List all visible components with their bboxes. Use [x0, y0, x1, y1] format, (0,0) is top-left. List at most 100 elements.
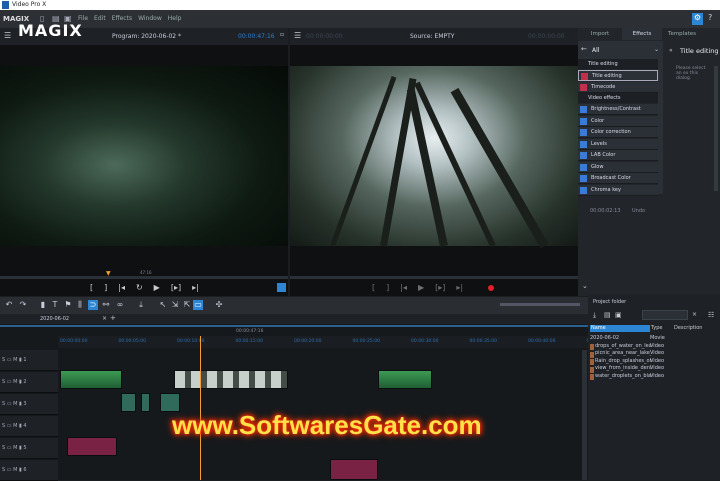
- project-search-input[interactable]: [642, 310, 688, 320]
- effect-item[interactable]: LAB Color: [578, 150, 658, 161]
- add-tab-icon[interactable]: +: [110, 314, 116, 322]
- collapse-icon[interactable]: «: [669, 47, 673, 54]
- video-clip[interactable]: [60, 370, 122, 389]
- project-row[interactable]: 2020-06-02 Movie: [590, 335, 665, 342]
- title-icon[interactable]: T: [50, 300, 60, 310]
- detail-scrollbar[interactable]: [714, 66, 718, 191]
- timeline-vscrollbar[interactable]: [582, 350, 587, 480]
- track-header[interactable]: S ▭ M ▮ 2: [0, 372, 58, 393]
- effect-item[interactable]: Levels: [578, 138, 658, 150]
- track-controls-icon[interactable]: S ▭ M ▮: [2, 423, 23, 429]
- play-icon[interactable]: ▶: [418, 283, 424, 292]
- timeline-ruler[interactable]: 00:00:00:00 00:00:05:00 00:00:10:00 00:00:1…: [58, 336, 672, 348]
- effect-item[interactable]: Brightness/Contrast: [578, 104, 658, 115]
- save-icon[interactable]: ▣: [615, 311, 622, 319]
- undo-icon[interactable]: ↶: [4, 300, 14, 310]
- effect-item[interactable]: Glow: [578, 161, 658, 173]
- effect-item[interactable]: Color: [578, 115, 658, 127]
- column-description[interactable]: Description: [674, 325, 702, 331]
- track-header[interactable]: S ▭ M ▮ 4: [0, 416, 58, 437]
- redo-icon[interactable]: ↷: [18, 300, 28, 310]
- effect-item[interactable]: Timecode: [578, 81, 658, 93]
- pin-icon[interactable]: ▫: [280, 31, 284, 38]
- project-row[interactable]: Rain_drop_splashes_on...Video: [590, 358, 664, 365]
- split-icon[interactable]: ⫼: [75, 300, 85, 310]
- tab-effects[interactable]: Effects: [622, 28, 662, 40]
- column-type[interactable]: Type: [651, 325, 662, 331]
- marker-icon[interactable]: ⚑: [63, 300, 73, 310]
- track-header[interactable]: S ▭ M ▮ 1: [0, 350, 58, 371]
- column-name[interactable]: Name: [590, 325, 650, 332]
- view-grid-icon[interactable]: ☷: [708, 311, 714, 319]
- video-clip[interactable]: [174, 370, 288, 389]
- settings-icon[interactable]: ⚙: [692, 13, 703, 25]
- video-clip[interactable]: [121, 393, 136, 412]
- effect-item[interactable]: Chroma key: [578, 184, 658, 196]
- play-icon[interactable]: ▶: [154, 283, 160, 292]
- menu-icon[interactable]: ☰: [4, 31, 11, 40]
- loop-icon[interactable]: ↻: [136, 283, 143, 292]
- playhead[interactable]: [200, 336, 201, 480]
- expand-down-icon[interactable]: ⌄: [582, 282, 588, 290]
- insert-icon[interactable]: ⤓: [136, 300, 146, 310]
- mark-out-icon[interactable]: ]: [104, 283, 107, 292]
- track-header[interactable]: S ▭ M ▮ 6: [0, 460, 58, 481]
- record-button[interactable]: [488, 285, 494, 291]
- menu-icon[interactable]: ☰: [294, 31, 301, 40]
- magnet-icon[interactable]: ⊃: [88, 300, 98, 310]
- track-header[interactable]: S ▭ M ▮ 5: [0, 438, 58, 459]
- clear-icon[interactable]: ×: [692, 311, 697, 318]
- back-arrow-icon[interactable]: ←: [581, 45, 587, 53]
- unlink-icon[interactable]: ∞: [115, 300, 125, 310]
- project-row[interactable]: view_from_inside_dense...Video: [590, 365, 664, 373]
- next-marker-icon[interactable]: ▸|: [192, 283, 199, 292]
- prev-icon[interactable]: |◂: [400, 283, 407, 292]
- project-row[interactable]: picnic_area_near_lake_s...Video: [590, 350, 664, 358]
- chevron-down-icon[interactable]: ⌄: [654, 46, 659, 53]
- range-icon[interactable]: ▭: [193, 300, 203, 310]
- help-icon[interactable]: ?: [708, 13, 712, 22]
- video-clip[interactable]: [141, 393, 150, 412]
- effect-item[interactable]: Color correction: [578, 127, 658, 138]
- track-controls-icon[interactable]: S ▭ M ▮: [2, 445, 23, 451]
- slip-icon[interactable]: ⇱: [182, 300, 192, 310]
- timeline-tab[interactable]: 2020-06-02: [40, 316, 69, 322]
- trim-icon[interactable]: ⇲: [170, 300, 180, 310]
- title-clip[interactable]: [330, 459, 378, 480]
- undo-label[interactable]: Undo: [632, 208, 645, 214]
- zoom-slider[interactable]: [500, 303, 580, 306]
- menu-effects[interactable]: Effects: [112, 15, 132, 22]
- prev-marker-icon[interactable]: |◂: [118, 283, 125, 292]
- tools-icon[interactable]: ✣: [214, 300, 224, 310]
- effect-item[interactable]: Title editing: [578, 70, 658, 81]
- effects-scrollbar[interactable]: [658, 59, 663, 194]
- timeline-scrollbar[interactable]: [0, 325, 588, 327]
- program-scrubber[interactable]: [0, 276, 288, 279]
- mark-in-icon[interactable]: [: [372, 283, 375, 292]
- sync-button[interactable]: [277, 283, 286, 292]
- menu-window[interactable]: Window: [138, 15, 162, 22]
- category-header[interactable]: Title editing: [578, 59, 658, 69]
- close-tab-icon[interactable]: ×: [102, 315, 107, 322]
- play-range-icon[interactable]: [▸]: [171, 283, 181, 292]
- track-header[interactable]: S ▭ M ▮ 3: [0, 394, 58, 415]
- effects-filter[interactable]: ← All ⌄: [578, 41, 663, 59]
- track-controls-icon[interactable]: S ▭ M ▮: [2, 357, 23, 363]
- menu-help[interactable]: Help: [168, 15, 182, 22]
- effect-item[interactable]: Broadcast Color: [578, 173, 658, 184]
- track-controls-icon[interactable]: S ▭ M ▮: [2, 379, 23, 385]
- video-clip[interactable]: [378, 370, 432, 389]
- source-scrubber[interactable]: [290, 276, 578, 279]
- tab-templates[interactable]: Templates: [662, 28, 702, 40]
- import-icon[interactable]: ⤓: [593, 311, 596, 320]
- title-clip[interactable]: [67, 437, 117, 456]
- play-range-icon[interactable]: [▸]: [435, 283, 445, 292]
- track-controls-icon[interactable]: S ▭ M ▮: [2, 467, 23, 473]
- category-header[interactable]: Video effects: [578, 93, 658, 103]
- menu-edit[interactable]: Edit: [94, 15, 106, 22]
- link-icon[interactable]: ⚯: [101, 300, 111, 310]
- pointer-icon[interactable]: ↖: [158, 300, 168, 310]
- project-row[interactable]: drops_of_water_on_lea... Video: [590, 343, 664, 350]
- tab-import[interactable]: Import: [578, 28, 622, 40]
- folder-icon[interactable]: ▤: [604, 311, 611, 319]
